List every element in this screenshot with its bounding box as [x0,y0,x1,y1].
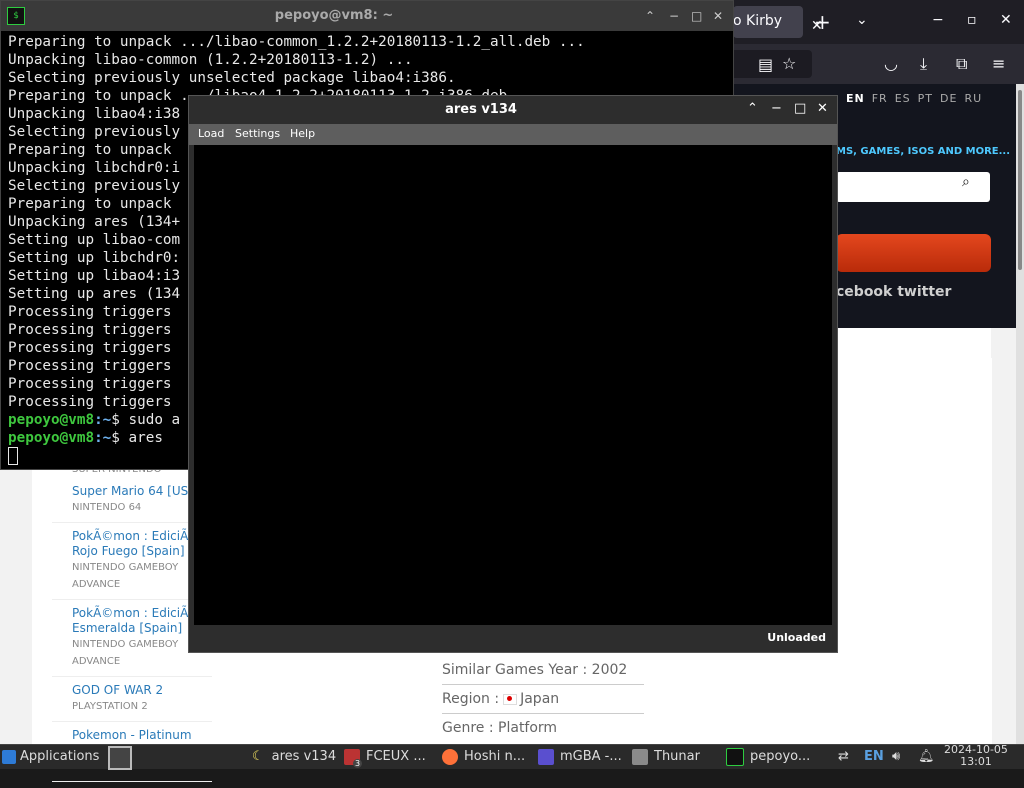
terminal-line: Preparing to unpack .../libao-common_1.2… [8,34,585,50]
show-desktop-button[interactable] [108,746,132,770]
taskbar-item-mgba[interactable]: mGBA -... [538,745,622,769]
applications-icon [2,749,16,764]
maximize-icon[interactable]: □ [691,9,702,23]
genre-value[interactable]: Platform [498,720,557,736]
folder-icon [632,748,648,765]
menu-load[interactable]: Load [198,127,224,140]
chevron-up-icon[interactable]: ⌃ [747,101,758,116]
pocket-icon[interactable]: ◡ [884,54,898,73]
minimize-icon[interactable]: − [669,9,679,23]
downloads-icon[interactable]: ⤓ [920,54,927,74]
prompt-path: :~ [94,430,112,446]
search-icon[interactable]: ⌕ [962,174,970,190]
ares-moon-logo-icon [707,496,805,585]
list-item[interactable]: GOD OF WAR 2 PLAYSTATION 2 [52,683,212,722]
lang-ru[interactable]: RU [964,92,982,105]
taskbar-item-firefox[interactable]: Hoshi n... [442,745,525,769]
lang-de[interactable]: DE [940,92,957,105]
firefox-icon [442,748,458,765]
prompt-command: $ sudo a [111,412,181,428]
taskbar-item-label: pepoyo... [750,749,811,764]
ares-menubar: Load Settings Help [189,124,837,145]
bookmark-star-icon[interactable]: ☆ [782,54,796,73]
site-nav [836,328,991,359]
social-links[interactable]: cebook twitter [836,284,951,300]
prompt-command: $ ares [111,430,163,446]
close-icon[interactable]: ✕ [817,101,828,116]
region-label: Region : [442,691,500,707]
browser-tab[interactable]: o Kirby ✕ [733,6,823,38]
terminal-icon [726,747,744,766]
lang-fr[interactable]: FR [872,92,888,105]
lang-en[interactable]: EN [846,92,865,105]
game-info: Similar Games Year : 2002 Region : Japan … [442,656,644,742]
site-banner-button[interactable] [836,234,991,272]
year-row: Similar Games Year : 2002 [442,656,644,685]
maximize-icon[interactable]: □ [794,101,806,116]
scrollbar-thumb[interactable] [1018,90,1022,270]
terminal-cursor [8,447,18,465]
taskbar-item-ares[interactable]: ☾ ares v134 [252,745,336,769]
network-icon[interactable]: ⇄ [838,745,849,769]
genre-label: Genre : [442,720,494,736]
moon-icon: ☾ [252,749,264,764]
taskbar-item-thunar[interactable]: Thunar [632,745,700,769]
prompt-user: pepoyo@vm8 [8,430,95,446]
language-selector[interactable]: EN FR ES PT DE RU [846,92,989,105]
menu-icon[interactable]: ≡ [992,54,1005,73]
genre-row: Genre : Platform [442,714,644,742]
region-value[interactable]: Japan [520,691,559,707]
site-tagline: MS, GAMES, ISOS AND MORE... [836,146,1011,157]
applications-menu-button[interactable]: Applications [2,745,99,769]
menu-help[interactable]: Help [290,127,315,140]
terminal-line: Unpacking libao-common (1.2.2+20180113-1… [8,52,413,68]
ares-titlebar[interactable]: ares v134 ⌃ − □ ✕ [189,96,837,124]
reader-view-icon[interactable]: ▤ [758,55,773,74]
minimize-icon[interactable]: − [771,101,782,116]
japan-flag-icon [503,693,518,705]
taskbar-item-label: FCEUX ... [366,749,426,764]
workspace-badge: 3 [353,759,362,768]
volume-icon[interactable]: 🔊︎ [892,745,900,769]
terminal-line: Selecting previously unselected package … [8,70,456,86]
close-icon[interactable]: ✕ [713,9,723,23]
keyboard-layout[interactable]: EN [864,745,884,769]
applications-label: Applications [20,749,100,764]
lang-pt[interactable]: PT [918,92,933,105]
mgba-icon [538,748,554,765]
maximize-icon[interactable]: ▫ [967,12,977,28]
taskbar-item-label: ares v134 [271,749,337,764]
taskbar: Applications ☾ ares v134 FCEUX ... Hoshi … [0,744,1024,770]
menu-settings[interactable]: Settings [235,127,280,140]
taskbar-item-terminal[interactable]: pepoyo... [726,745,810,769]
notification-bell-icon[interactable]: 🔔︎ [918,745,935,769]
chevron-up-icon[interactable]: ⌃ [645,9,655,23]
close-icon[interactable]: ✕ [1000,12,1012,28]
clock-time: 13:01 [960,755,992,768]
game-title[interactable]: GOD OF WAR 2 [72,683,212,698]
taskbar-item-label: Hoshi n... [464,749,526,764]
browser-tab-title: o Kirby [733,13,783,29]
minimize-icon[interactable]: − [932,12,944,28]
ares-title: ares v134 [445,102,517,117]
new-tab-button[interactable]: + [814,10,831,34]
terminal-titlebar[interactable]: $ pepoyo@vm8: ~ ⌃ − □ ✕ [1,1,733,31]
status-text: Unloaded [767,631,826,644]
game-platform: PLAYSTATION 2 [72,701,148,712]
taskbar-item-label: Thunar [654,749,700,764]
ares-statusbar: Unloaded [194,628,832,648]
list-tabs-chevron-icon[interactable]: ⌄ [856,12,868,28]
lang-es[interactable]: ES [895,92,911,105]
terminal-title: pepoyo@vm8: ~ [274,8,394,23]
extensions-icon[interactable]: ⧉ [956,54,967,74]
prompt-path: :~ [94,412,112,428]
region-row: Region : Japan [442,685,644,714]
prompt-user: pepoyo@vm8 [8,412,95,428]
clock[interactable]: 2024-10-05 13:01 [944,744,1008,768]
taskbar-item-label: mGBA -... [560,749,622,764]
